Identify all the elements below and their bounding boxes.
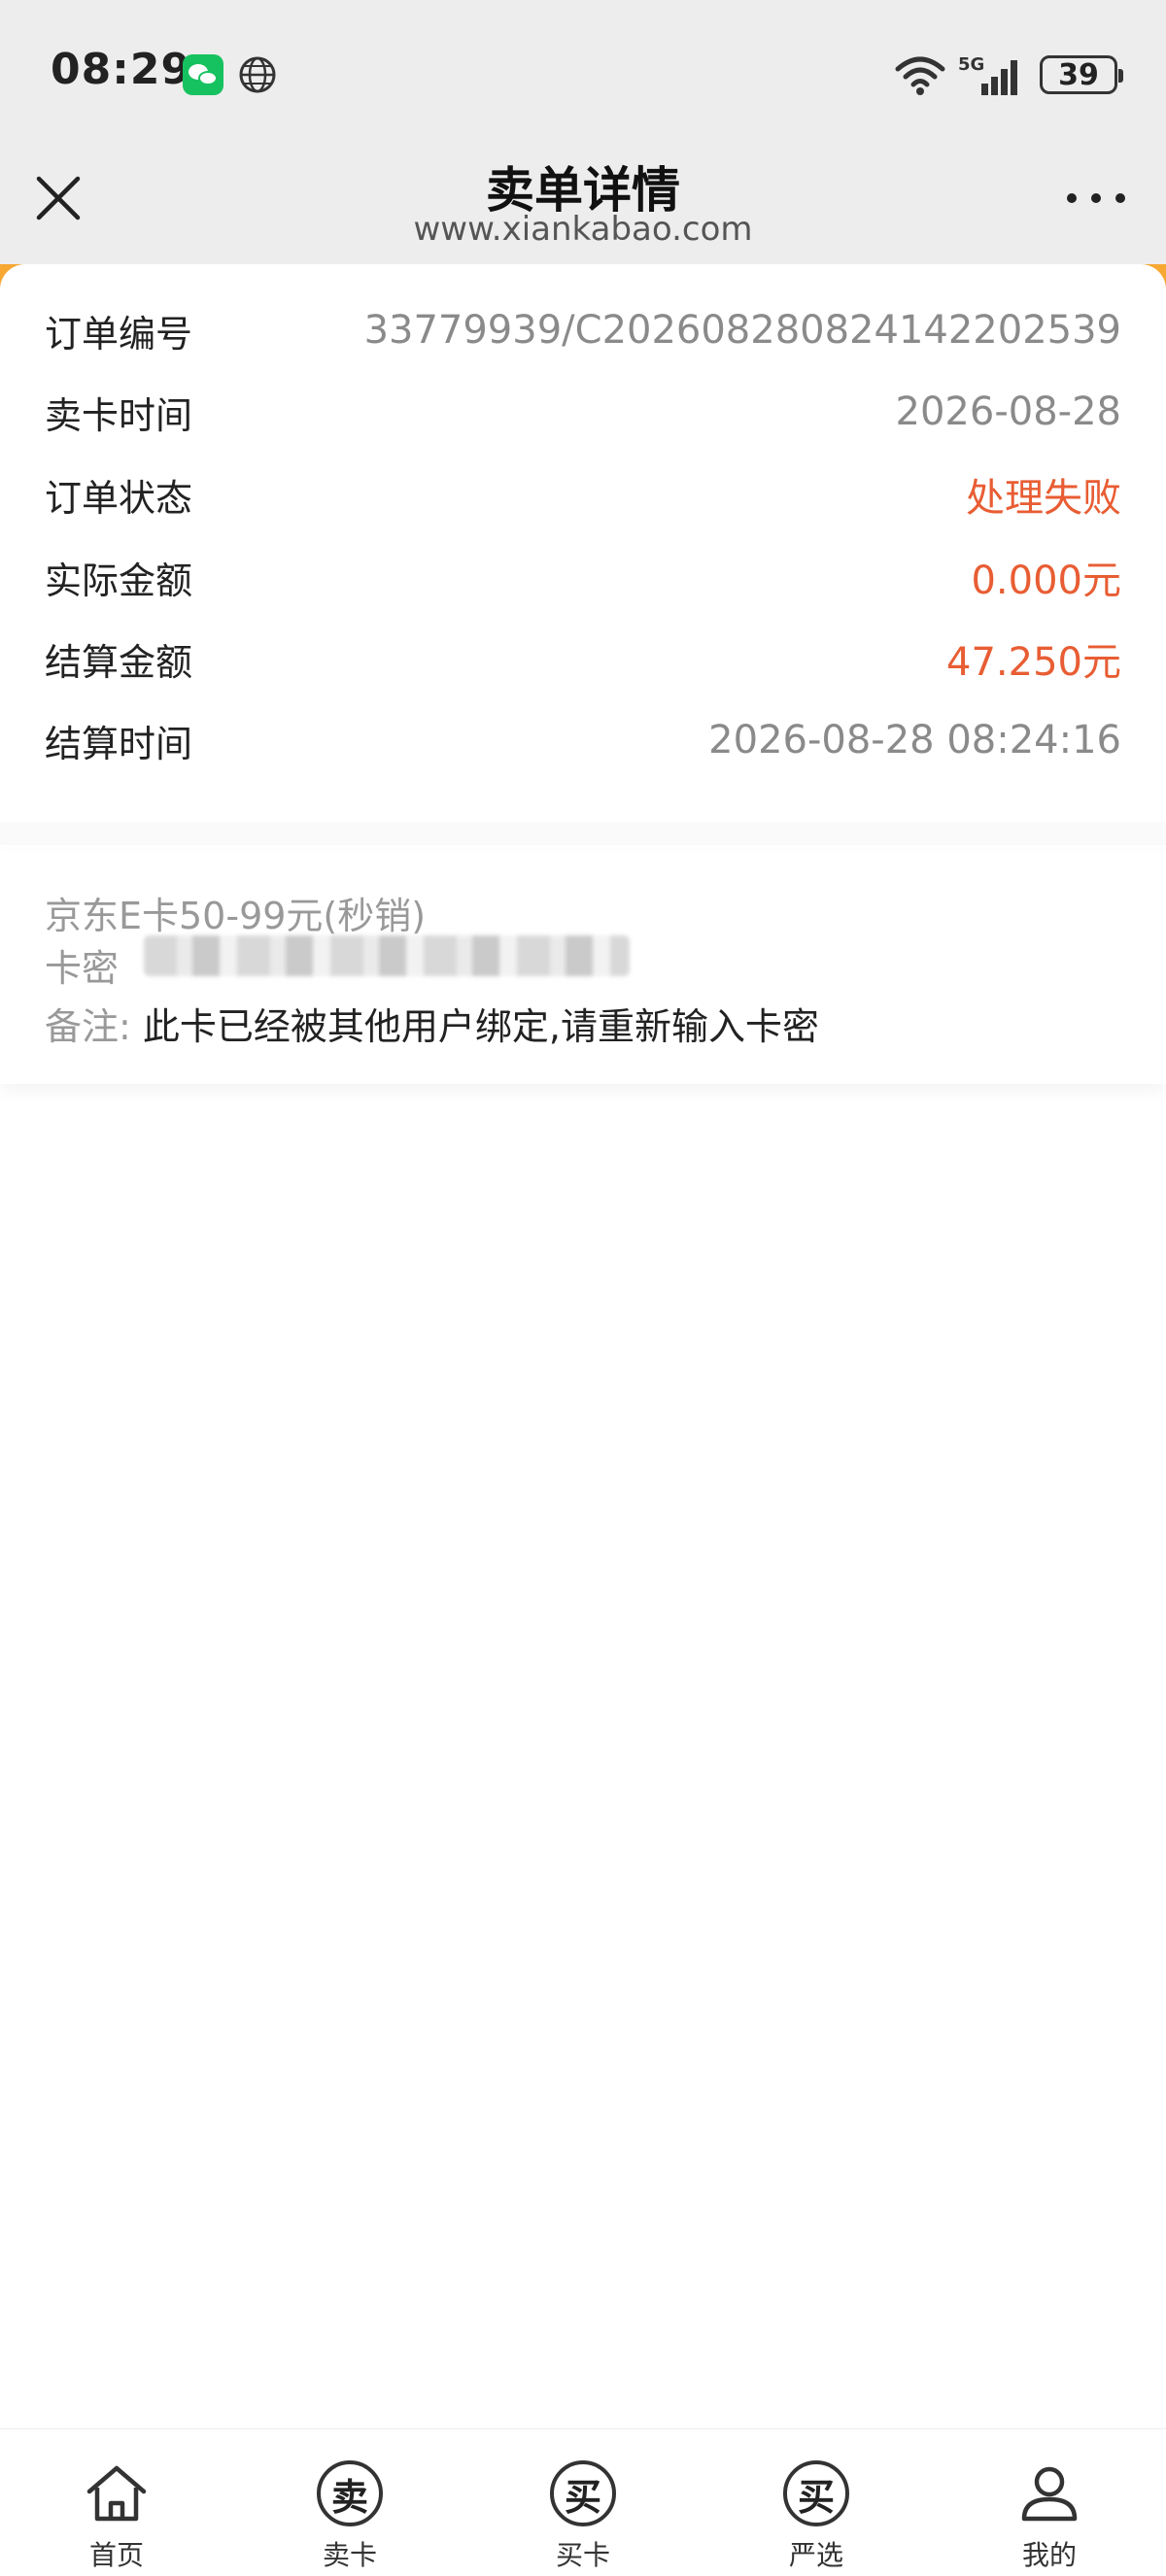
battery-level: 39 xyxy=(1058,57,1099,92)
actual-amount-row: 实际金额 0.000元 xyxy=(45,548,1121,606)
settle-time-row: 结算时间 2026-08-28 08:24:16 xyxy=(45,711,1121,769)
actual-amount-value: 0.000元 xyxy=(971,559,1121,603)
buy-icon: 买 xyxy=(548,2458,618,2528)
tab-home[interactable]: 首页 xyxy=(0,2429,233,2576)
tab-selected-label: 严选 xyxy=(788,2539,843,2571)
order-number-value: 33779939/C202608280824142202539 xyxy=(363,308,1121,353)
home-icon xyxy=(86,2465,147,2522)
settle-amount-value: 47.250元 xyxy=(946,640,1121,685)
sell-time-row: 卖卡时间 2026-08-28 xyxy=(45,383,1121,441)
product-name: 京东E卡50-99元(秒销) xyxy=(45,895,427,937)
tab-sell-card-label: 卖卡 xyxy=(322,2539,377,2571)
order-number-label: 订单编号 xyxy=(45,312,193,356)
signal-icon: 5G xyxy=(958,54,1017,95)
page-header: 卖单详情 www.xiankabao.com xyxy=(0,146,1166,267)
more-icon[interactable] xyxy=(1067,188,1125,208)
battery-icon: 39 xyxy=(1040,55,1123,94)
user-icon xyxy=(1021,2466,1078,2522)
actual-amount-label: 实际金额 xyxy=(45,559,193,602)
note-label: 备注: xyxy=(45,1005,131,1048)
settle-time-label: 结算时间 xyxy=(45,722,193,765)
tab-mine[interactable]: 我的 xyxy=(933,2429,1166,2576)
status-time: 08:29 xyxy=(51,45,192,94)
settle-amount-row: 结算金额 47.250元 xyxy=(45,629,1121,688)
selected-icon: 买 xyxy=(781,2458,851,2528)
card-secret-label: 卡密 xyxy=(45,947,120,990)
tab-sell-card[interactable]: 卖 卖卡 xyxy=(233,2429,466,2576)
tab-mine-label: 我的 xyxy=(1021,2539,1077,2571)
page-subtitle: www.xiankabao.com xyxy=(413,210,753,249)
order-status-row: 订单状态 处理失败 xyxy=(45,465,1121,524)
note-row: 备注: 此卡已经被其他用户绑定,请重新输入卡密 xyxy=(45,997,819,1050)
sell-time-value: 2026-08-28 xyxy=(895,390,1121,434)
tab-home-label: 首页 xyxy=(88,2539,144,2571)
wifi-icon xyxy=(895,56,945,95)
sell-icon: 卖 xyxy=(315,2458,385,2528)
tab-selected[interactable]: 买 严选 xyxy=(700,2429,933,2576)
tab-buy-card-label: 买卡 xyxy=(555,2539,610,2571)
order-number-row: 订单编号 33779939/C202608280824142202539 xyxy=(45,301,1121,359)
card-secret-masked xyxy=(144,935,630,976)
card-info-panel: 京东E卡50-99元(秒销) 卡密 备注: 此卡已经被其他用户绑定,请重新输入卡… xyxy=(0,851,1166,1084)
network-label: 5G xyxy=(958,54,984,75)
wechat-icon xyxy=(183,54,223,95)
order-status-label: 订单状态 xyxy=(45,476,193,520)
section-divider xyxy=(0,822,1166,845)
tab-buy-card[interactable]: 买 买卡 xyxy=(466,2429,700,2576)
settle-amount-label: 结算金额 xyxy=(45,640,193,684)
sell-time-label: 卖卡时间 xyxy=(45,393,193,437)
order-status-value: 处理失败 xyxy=(966,476,1121,521)
globe-icon xyxy=(239,56,276,93)
bottom-tab-bar: 首页 卖 卖卡 买 买卡 买 严选 我的 xyxy=(0,2428,1166,2576)
note-text: 此卡已经被其他用户绑定,请重新输入卡密 xyxy=(142,1005,819,1048)
order-detail-card: 订单编号 33779939/C202608280824142202539 卖卡时… xyxy=(0,264,1166,818)
status-indicators: 5G 39 xyxy=(894,51,1123,99)
status-bar: 08:29 5G 39 xyxy=(0,0,1166,146)
settle-time-value: 2026-08-28 08:24:16 xyxy=(708,718,1121,763)
